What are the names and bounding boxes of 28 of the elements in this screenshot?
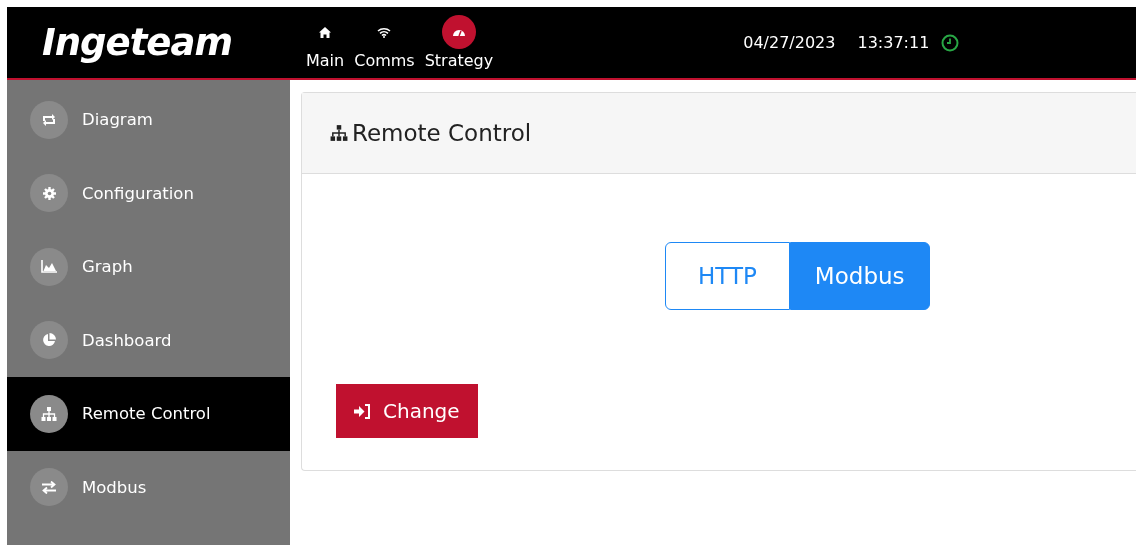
sidebar-item[interactable]: Dashboard [7, 303, 290, 377]
logo: Ingeteam [42, 21, 233, 64]
panel-title: Remote Control [352, 120, 532, 146]
time-text: 13:37:11 [857, 33, 930, 52]
area-chart-icon [41, 260, 57, 274]
wifi-icon [377, 26, 392, 38]
sidebar-item[interactable]: Modbus [7, 450, 290, 524]
nav-tab[interactable]: Strategy [424, 15, 494, 70]
gauge-icon [451, 27, 466, 37]
sitemap-icon [330, 125, 348, 141]
sidebar-item[interactable]: Graph [7, 230, 290, 304]
sidebar-item[interactable]: Remote Control [7, 377, 290, 451]
sidebar-item[interactable]: Diagram [7, 83, 290, 157]
toggle-option[interactable]: HTTP [665, 242, 790, 310]
date-text: 04/27/2023 [743, 33, 836, 52]
change-button[interactable]: Change [336, 384, 478, 438]
pie-chart-icon [42, 333, 56, 348]
swap-icon [41, 480, 57, 494]
sidebar-item[interactable]: Configuration [7, 156, 290, 230]
nav-tab[interactable]: Main [306, 15, 345, 70]
sitemap-icon [41, 406, 57, 421]
nav-tab[interactable]: Comms [354, 15, 415, 70]
home-icon [319, 26, 332, 38]
repeat-icon [41, 113, 57, 126]
clock-icon [941, 33, 960, 52]
gear-icon [42, 186, 56, 200]
toggle-option[interactable]: Modbus [789, 242, 930, 310]
sign-in-icon [354, 403, 371, 419]
